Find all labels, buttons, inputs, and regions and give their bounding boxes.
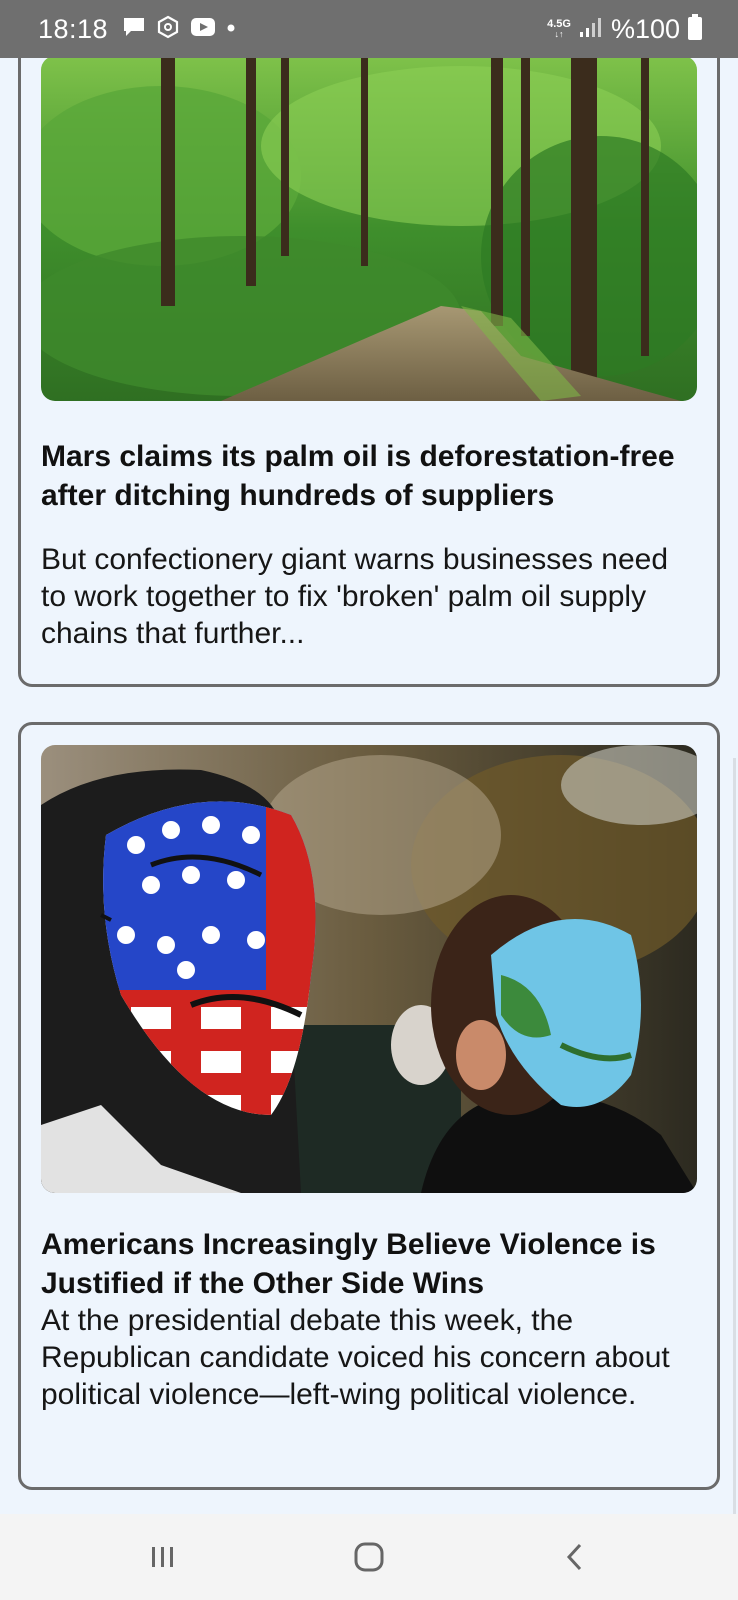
hexagon-icon bbox=[156, 15, 180, 44]
article-card[interactable]: Mars claims its palm oil is deforestatio… bbox=[18, 58, 720, 687]
masked-protesters-photo bbox=[41, 745, 697, 1193]
navigation-bar bbox=[0, 1514, 738, 1600]
article-image-forest[interactable] bbox=[41, 58, 697, 401]
home-button[interactable] bbox=[329, 1527, 409, 1587]
status-right: 4.5G ↓↑ %100 bbox=[547, 13, 702, 45]
article-title[interactable]: Mars claims its palm oil is deforestatio… bbox=[41, 437, 701, 515]
article-title[interactable]: Americans Increasingly Believe Violence … bbox=[41, 1225, 701, 1303]
scrollbar[interactable] bbox=[733, 758, 736, 1514]
recents-icon bbox=[152, 1547, 173, 1567]
status-time: 18:18 bbox=[38, 13, 109, 44]
article-summary: At the presidential debate this week, th… bbox=[41, 1304, 670, 1411]
article-summary: But confectionery giant warns businesses… bbox=[41, 543, 669, 650]
dot-icon bbox=[226, 20, 236, 38]
status-bar: 18:18 4.5G ↓↑ %100 bbox=[0, 0, 738, 58]
recents-button[interactable] bbox=[123, 1527, 203, 1587]
network-type: 4.5G ↓↑ bbox=[547, 18, 571, 40]
battery-icon bbox=[688, 13, 702, 45]
youtube-icon bbox=[190, 16, 216, 43]
home-icon bbox=[354, 1542, 384, 1572]
back-button[interactable] bbox=[535, 1527, 615, 1587]
signal-icon bbox=[579, 16, 603, 43]
back-icon bbox=[566, 1543, 582, 1571]
battery-percent: %100 bbox=[610, 13, 680, 44]
article-card[interactable]: Americans Increasingly Believe Violence … bbox=[18, 722, 720, 1490]
article-image-masks[interactable] bbox=[41, 745, 697, 1193]
chat-bubble-icon bbox=[122, 16, 146, 43]
news-feed[interactable]: Mars claims its palm oil is deforestatio… bbox=[0, 58, 738, 1514]
forest-road-photo bbox=[41, 58, 697, 401]
